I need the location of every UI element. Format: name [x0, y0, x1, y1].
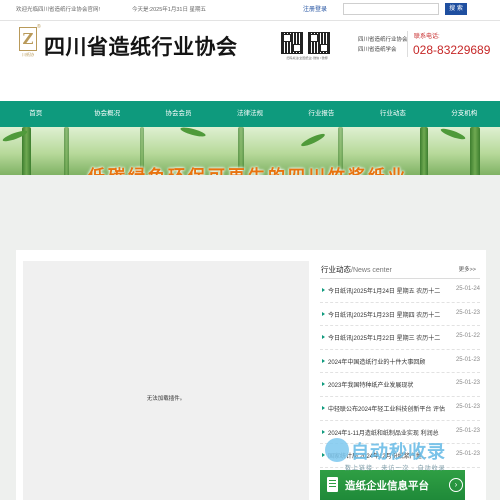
bullet-icon	[322, 405, 325, 410]
logo-mark: Z	[22, 30, 34, 48]
nav-item-reports[interactable]: 行业报告	[286, 101, 357, 127]
main-nav: 首页 协会概况 协会会员 法律法规 行业报告 行业动态 分支机构	[0, 101, 500, 127]
bamboo-leaf	[179, 127, 207, 139]
bamboo-leaf	[439, 127, 467, 142]
platform-label: 造纸企业信息平台	[345, 480, 429, 492]
watermark: 自动秒收录 数上链接 · 来访一次 · 自动收录	[325, 436, 485, 474]
bullet-icon	[322, 382, 325, 387]
search-input[interactable]	[343, 3, 439, 15]
watermark-logo-icon	[325, 438, 349, 462]
nav-item-members[interactable]: 协会会员	[143, 101, 214, 127]
wechat-qr-code	[281, 32, 303, 54]
contact-phone: 028-83229689	[413, 43, 491, 57]
document-icon	[327, 477, 338, 492]
bamboo-stalk	[64, 127, 69, 175]
header-divider	[407, 31, 408, 57]
org-name-association: 四川省造纸行业协会	[358, 37, 408, 43]
news-title-en: /News center	[351, 267, 392, 274]
contact-label: 联系电话:	[414, 34, 440, 40]
bamboo-banner: 低碳绿色环保可再生的四川竹浆纸业	[0, 127, 500, 175]
news-item-date: 25-01-23	[455, 403, 480, 410]
news-item-title: 今日纸讯|2025年1月23日 星期四 农历十二	[328, 312, 441, 319]
registered-mark: ®	[37, 24, 41, 30]
news-title-cn: 行业动态	[321, 265, 351, 274]
welcome-text: 欢迎光临四川省造纸行业协会官网!	[16, 7, 101, 13]
banner-slogan: 低碳绿色环保可再生的四川竹浆纸业	[88, 162, 408, 175]
news-title: 行业动态/News center	[321, 264, 392, 275]
enterprise-platform-banner[interactable]: 造纸企业信息平台 ›	[320, 470, 465, 500]
news-item-date: 25-01-23	[455, 309, 480, 316]
search-button[interactable]: 搜 索	[445, 3, 467, 15]
news-item-date: 25-01-23	[455, 356, 480, 363]
plugin-error-message: 无法加载插件。	[146, 396, 186, 402]
nav-item-branches[interactable]: 分支机构	[429, 101, 500, 127]
bullet-icon	[322, 335, 325, 340]
bamboo-stalk	[420, 127, 428, 175]
bamboo-leaf	[299, 131, 327, 149]
bullet-icon	[322, 288, 325, 292]
news-item-date: 25-01-22	[455, 333, 480, 340]
logo-subtext: 川纸协	[22, 52, 34, 57]
nav-item-about[interactable]: 协会概况	[71, 101, 142, 127]
media-player[interactable]: 无法加载插件。	[23, 261, 309, 500]
news-item[interactable]: 2023年我国特种纸产业发展现状 25-01-23	[320, 373, 480, 397]
news-item[interactable]: 2024年中国造纸行业的十件大事回顾 25-01-23	[320, 350, 480, 374]
nav-item-laws[interactable]: 法律法规	[214, 101, 285, 127]
top-bar: 欢迎光临四川省造纸行业协会官网! 今天是:2025年1月31日 星期五 注册 登…	[0, 0, 500, 21]
news-item[interactable]: 今日纸讯|2025年1月22日 星期三 农历十二 25-01-22	[320, 326, 480, 350]
bamboo-stalk	[470, 127, 480, 175]
news-item[interactable]: 今日纸讯|2025年1月23日 星期四 农历十二 25-01-23	[320, 303, 480, 327]
news-item[interactable]: 中轻联公布2024年轻工业科技创新平台 评估 25-01-23	[320, 397, 480, 421]
login-link[interactable]: 登录	[315, 4, 327, 13]
date-text: 今天是:2025年1月31日 星期五	[132, 7, 206, 13]
news-header: 行业动态/News center 更多>>	[320, 262, 480, 279]
qr-caption: 扫码关注(全国纸业) 微信 / 微博	[286, 56, 328, 60]
watermark-subtext: 数上链接 · 来访一次 · 自动收录	[345, 466, 446, 472]
site-header: Z ® 川纸协 四川省造纸行业协会 扫码关注(全国纸业) 微信 / 微博 四川省…	[0, 21, 500, 101]
org-name-society: 四川省造纸学会	[358, 47, 397, 53]
register-link[interactable]: 注册	[303, 4, 315, 13]
news-item[interactable]: 今日纸讯|2025年1月24日 星期五 农历十二 25-01-24	[320, 279, 480, 303]
news-item-title: 2024年中国造纸行业的十件大事回顾	[328, 359, 426, 366]
news-item-date: 25-01-23	[455, 427, 480, 434]
watermark-text: 自动秒收录	[351, 442, 446, 462]
news-item-title: 今日纸讯|2025年1月22日 星期三 农历十二	[328, 336, 441, 343]
chevron-right-icon: ›	[449, 478, 463, 492]
news-item-date: 25-01-23	[455, 380, 480, 387]
nav-item-news[interactable]: 行业动态	[357, 101, 428, 127]
news-item-title: 今日纸讯|2025年1月24日 星期五 农历十二	[328, 289, 441, 295]
bullet-icon	[322, 311, 325, 316]
news-item-title: 2023年我国特种纸产业发展现状	[328, 383, 414, 390]
bullet-icon	[322, 358, 325, 363]
bullet-icon	[322, 429, 325, 434]
zhi-logo-icon[interactable]: Z	[19, 27, 37, 51]
news-more-link[interactable]: 更多>>	[459, 265, 476, 273]
site-title: 四川省造纸行业协会	[44, 36, 238, 59]
weibo-qr-code	[308, 32, 330, 54]
nav-item-home[interactable]: 首页	[0, 101, 71, 127]
news-item-date: 25-01-24	[455, 286, 480, 292]
news-item-title: 中轻联公布2024年轻工业科技创新平台 评估	[328, 406, 446, 413]
